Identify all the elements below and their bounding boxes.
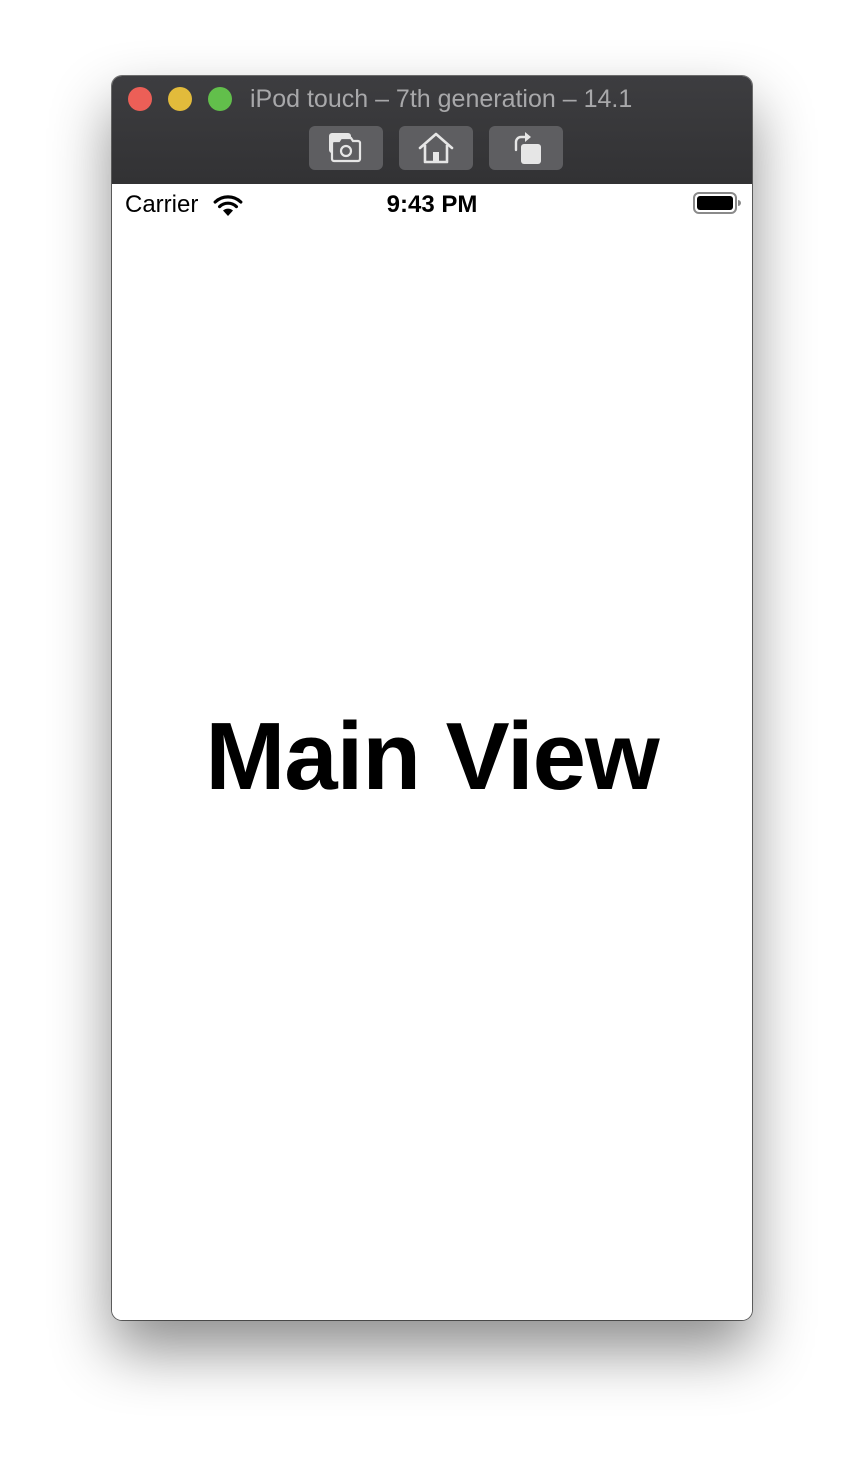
main-view-label: Main View xyxy=(205,703,659,810)
home-button[interactable] xyxy=(399,126,473,170)
device-screen: Carrier 9:43 PM Main View xyxy=(112,184,752,1320)
status-bar: Carrier 9:43 PM xyxy=(112,184,752,224)
camera-icon xyxy=(329,133,362,163)
zoom-button[interactable] xyxy=(208,87,232,111)
screenshot-button[interactable] xyxy=(309,126,383,170)
status-time: 9:43 PM xyxy=(386,191,478,218)
window-title: iPod touch – 7th generation – 14.1 xyxy=(250,85,633,113)
minimize-button[interactable] xyxy=(168,87,192,111)
window-titlebar[interactable]: iPod touch – 7th generation – 14.1 xyxy=(112,76,752,185)
simulator-window: iPod touch – 7th generation – 14.1 Carri… xyxy=(112,76,752,1320)
rotate-button[interactable] xyxy=(489,126,563,170)
close-button[interactable] xyxy=(128,87,152,111)
home-icon xyxy=(418,132,454,164)
rotate-icon xyxy=(514,132,541,164)
battery-icon xyxy=(693,192,741,214)
